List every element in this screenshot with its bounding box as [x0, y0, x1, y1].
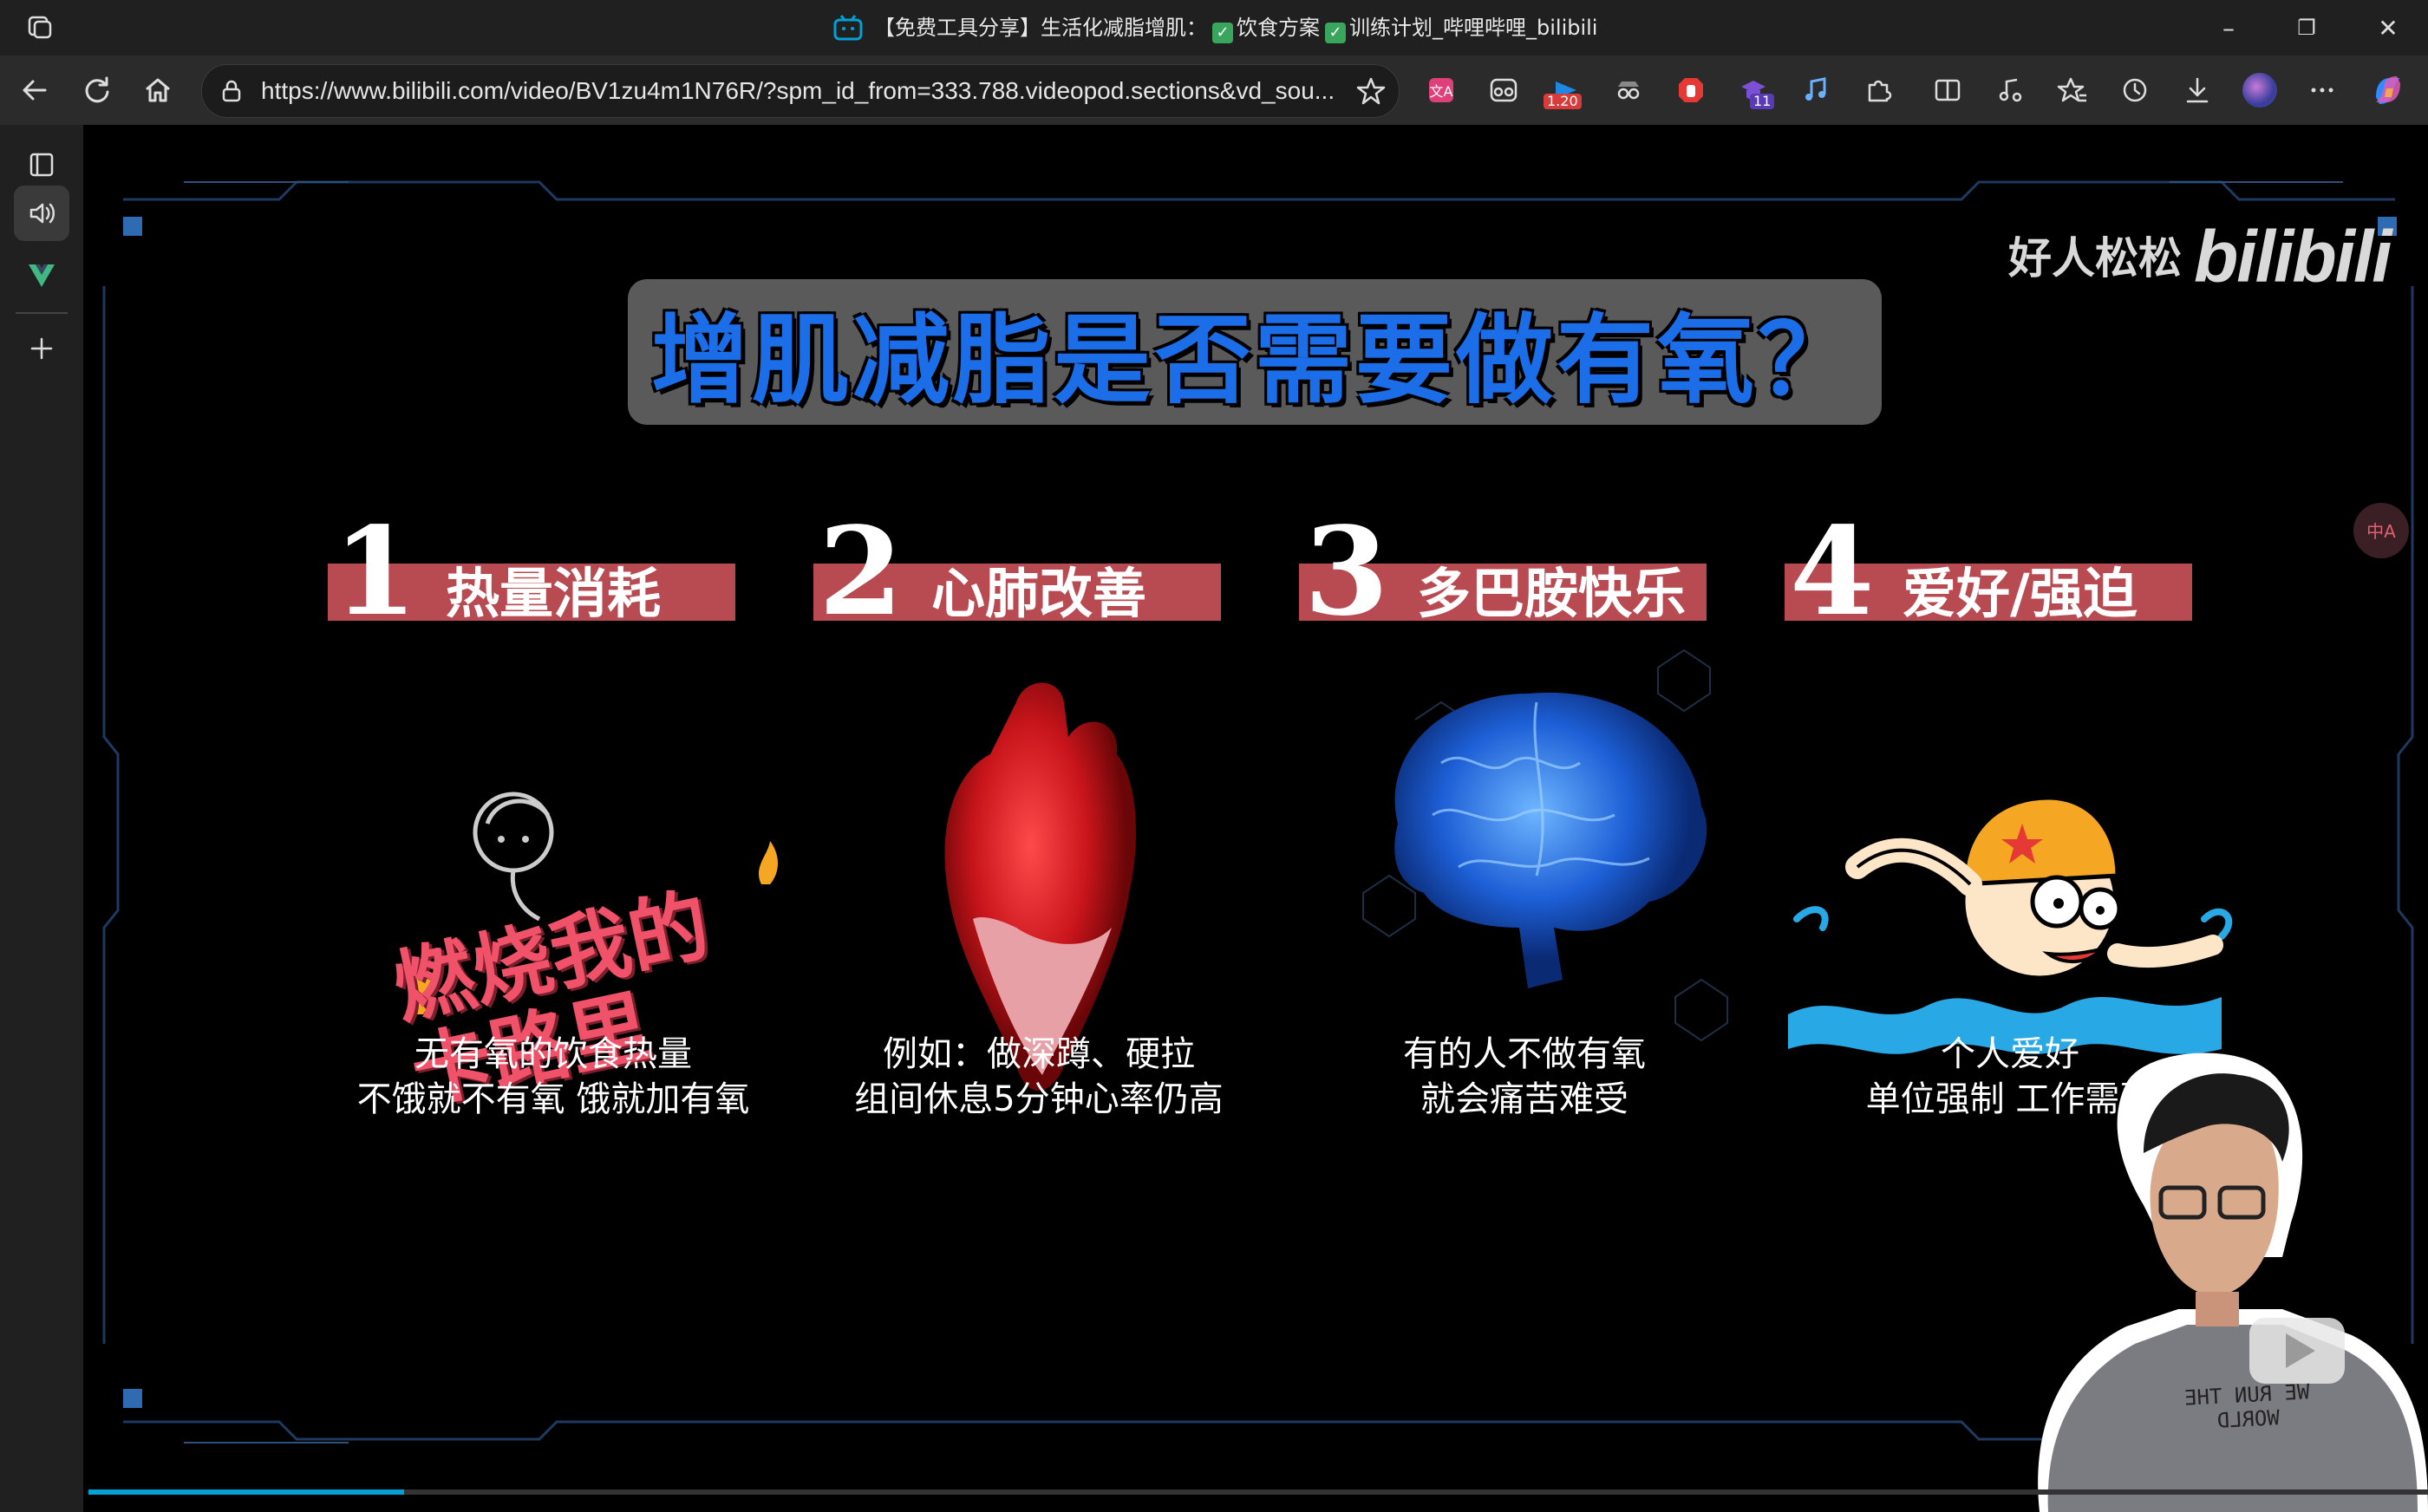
vue-tab-button[interactable]	[14, 248, 69, 303]
section-1-caption: 无有氧的饮食热量 不饿就不有氧 饿就加有氧	[310, 1032, 796, 1122]
split-screen-icon[interactable]	[1929, 71, 1967, 109]
spy-extension-icon[interactable]	[1609, 71, 1648, 109]
section-1-heading: 1 热量消耗	[328, 512, 735, 633]
shirt-text: WE RUN THE WORLD	[2183, 1379, 2311, 1433]
back-button[interactable]	[12, 68, 57, 113]
plus-icon	[30, 337, 53, 360]
profile-avatar[interactable]	[2241, 71, 2279, 109]
sidebar-divider	[16, 312, 68, 314]
close-button[interactable]: ✕	[2353, 7, 2423, 49]
translate-float-button[interactable]: 中A	[2353, 503, 2409, 558]
caption-line: 无有氧的饮食热量	[414, 1034, 692, 1074]
workspaces-icon[interactable]	[24, 14, 55, 42]
window-title: 【免费工具分享】生活化减脂增肌： ✓ 饮食方案 ✓ 训练计划_哔哩哔哩_bilibili	[874, 12, 1597, 43]
bilibili-logo: bilibili	[2194, 216, 2392, 297]
speed-extension-icon[interactable]: 1.20	[1544, 71, 1585, 109]
caption-line: 例如：做深蹲、硬拉	[883, 1034, 1195, 1074]
presenter-overlay: WE RUN THE WORLD	[2022, 1032, 2428, 1512]
progress-track[interactable]	[88, 1489, 2428, 1495]
refresh-icon	[85, 76, 109, 103]
section-number: 1	[333, 501, 418, 643]
svg-text:中A: 中A	[2366, 521, 2396, 542]
mortarboard-extension-icon[interactable]: 11	[1734, 71, 1775, 109]
url-text[interactable]: https://www.bilibili.com/video/BV1zu4m1N…	[261, 75, 1335, 107]
history-icon[interactable]	[2116, 71, 2154, 109]
translate-extension-icon[interactable]: 文A	[1422, 71, 1460, 109]
section-4-heading: 4 爱好/强迫	[1785, 512, 2192, 633]
svg-text:文A: 文A	[1430, 83, 1453, 100]
favorite-star-icon[interactable]	[1355, 75, 1387, 110]
vue-logo-icon	[29, 264, 55, 287]
tabs-icon	[29, 153, 54, 177]
section-label: 爱好/强迫	[1903, 562, 2138, 625]
more-options-icon[interactable]	[2303, 71, 2341, 109]
audio-tab-button[interactable]	[14, 186, 69, 241]
section-label: 多巴胺快乐	[1417, 562, 1687, 625]
mortarboard-badge: 11	[1750, 94, 1775, 109]
section-label: 心肺改善	[931, 562, 1147, 625]
speaker-icon	[29, 203, 55, 224]
speed-badge: 1.20	[1544, 94, 1582, 109]
title-bar: 【免费工具分享】生活化减脂增肌： ✓ 饮食方案 ✓ 训练计划_哔哩哔哩_bilibili…	[0, 0, 2428, 55]
checkmark-icon: ✓	[1325, 23, 1346, 43]
progress-fill[interactable]	[88, 1489, 405, 1495]
restore-button[interactable]: ❐	[2272, 7, 2341, 49]
back-arrow-icon	[23, 80, 47, 101]
media-control-icon[interactable]	[1991, 71, 2029, 109]
section-2-heading: 2 心肺改善	[813, 512, 1221, 633]
copilot-icon[interactable]	[2369, 71, 2407, 109]
extensions-puzzle-icon[interactable]	[1859, 71, 1897, 109]
new-tab-button[interactable]	[14, 321, 69, 376]
caption-line: 不饿就不有氧 饿就加有氧	[356, 1079, 750, 1119]
section-3-caption: 有的人不做有氧 就会痛苦难受	[1282, 1032, 1767, 1122]
section-number: 4	[1790, 501, 1875, 643]
title-main: 【免费工具分享】生活化减脂增肌：	[874, 16, 1207, 40]
lock-icon[interactable]	[219, 79, 244, 107]
refresh-button[interactable]	[75, 68, 120, 113]
section-3-heading: 3 多巴胺快乐	[1299, 512, 1707, 633]
slide-title: 增肌减脂是否需要做有氧？	[651, 304, 1858, 417]
caption-line: 有的人不做有氧	[1403, 1034, 1646, 1074]
channel-watermark: 好人松松 bilibili	[2008, 215, 2392, 299]
caption-line: 就会痛苦难受	[1420, 1079, 1628, 1119]
tab-actions-button[interactable]	[14, 137, 69, 192]
translate-icon: 中A	[2366, 521, 2396, 542]
slide-title-box: 增肌减脂是否需要做有氧？	[628, 279, 1882, 425]
section-2-caption: 例如：做深蹲、硬拉 组间休息5分钟心率仍高	[796, 1032, 1282, 1122]
favorites-icon[interactable]	[2053, 71, 2092, 109]
watermark-name: 好人松松	[2008, 233, 2182, 284]
video-player[interactable]: 好人松松 bilibili 增肌减脂是否需要做有氧？ 中A 1 热量消耗 燃烧我的…	[88, 130, 2428, 1512]
block-extension-icon[interactable]	[1672, 71, 1710, 109]
home-button[interactable]	[135, 68, 180, 113]
address-bar[interactable]: https://www.bilibili.com/video/BV1zu4m1N…	[201, 64, 1400, 118]
section-number: 3	[1304, 501, 1389, 643]
minimize-button[interactable]: –	[2194, 7, 2263, 49]
browser-sidebar	[0, 125, 83, 1512]
title-part3: 训练计划_哔哩哔哩_bilibili	[1349, 16, 1598, 40]
brain-illustration	[1311, 616, 1779, 1101]
navigation-bar: https://www.bilibili.com/video/BV1zu4m1N…	[0, 55, 2428, 125]
home-icon	[146, 78, 170, 102]
section-number: 2	[819, 501, 904, 643]
bilibili-favicon-icon	[832, 14, 864, 42]
title-part2: 饮食方案	[1237, 16, 1320, 40]
music-extension-icon[interactable]	[1797, 71, 1835, 109]
section-label: 热量消耗	[446, 562, 662, 625]
downloads-icon[interactable]	[2178, 71, 2216, 109]
incognito-extension-icon[interactable]	[1485, 71, 1523, 109]
caption-line: 组间休息5分钟心率仍高	[854, 1079, 1224, 1119]
checkmark-icon: ✓	[1212, 23, 1233, 43]
